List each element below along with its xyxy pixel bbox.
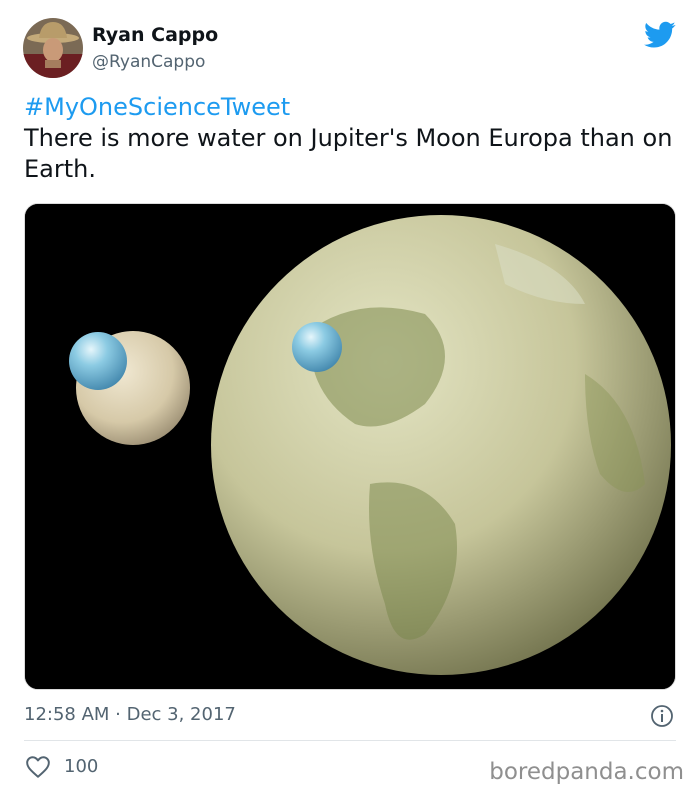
author-name[interactable]: Ryan Cappo	[92, 24, 218, 46]
tweet-image[interactable]	[24, 203, 676, 690]
avatar-image	[23, 18, 83, 78]
watermark: boredpanda.com	[489, 759, 684, 785]
like-count[interactable]: 100	[64, 756, 98, 777]
hashtag-link[interactable]: #MyOneScienceTweet	[24, 92, 684, 123]
info-icon[interactable]	[650, 704, 674, 728]
author-handle[interactable]: @RyanCappo	[92, 52, 205, 72]
timestamp[interactable]: 12:58 AM · Dec 3, 2017	[24, 704, 236, 725]
avatar[interactable]	[23, 18, 83, 78]
heart-icon[interactable]	[25, 755, 51, 779]
tweet-body: There is more water on Jupiter's Moon Eu…	[24, 124, 673, 183]
divider	[24, 740, 676, 741]
tweet-text: #MyOneScienceTweet There is more water o…	[24, 92, 684, 185]
europa-earth-water-illustration	[25, 204, 675, 689]
twitter-bird-icon[interactable]	[644, 21, 676, 49]
